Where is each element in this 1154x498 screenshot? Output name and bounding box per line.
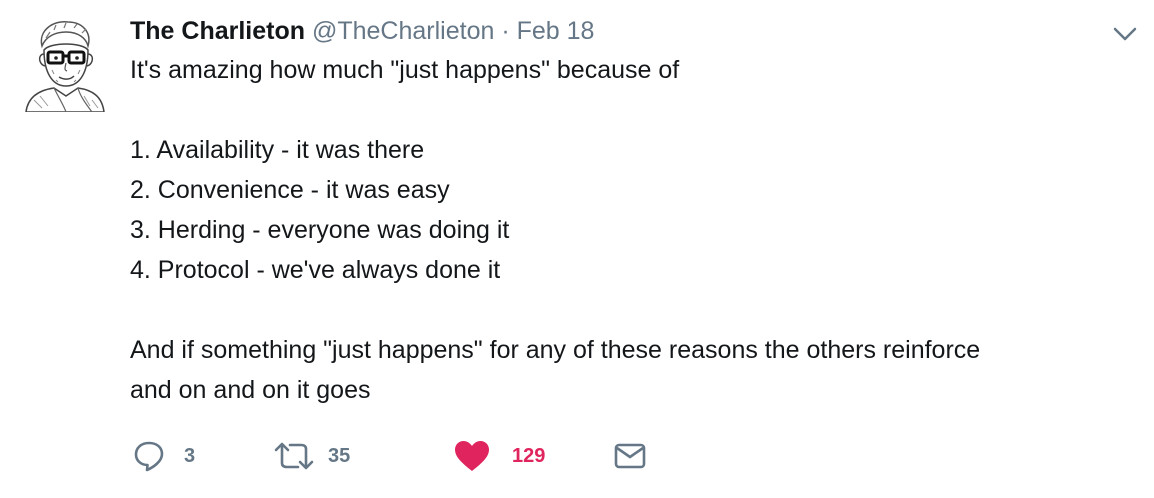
- tweet: The Charlieton @TheCharlieton · Feb 18 I…: [0, 0, 1154, 498]
- author-name[interactable]: The Charlieton: [130, 17, 305, 45]
- tweet-header: The Charlieton @TheCharlieton · Feb 18: [130, 12, 1120, 50]
- like-button[interactable]: 129: [454, 436, 545, 476]
- avatar-illustration: [25, 21, 105, 113]
- tweet-timestamp[interactable]: Feb 18: [517, 17, 595, 45]
- tweet-text-line: [130, 90, 1120, 130]
- tweet-text: It's amazing how much "just happens" bec…: [130, 50, 1120, 410]
- tweet-text-line: And if something "just happens" for any …: [130, 336, 981, 364]
- chevron-down-icon: [1113, 27, 1137, 41]
- tweet-text-line: and on and on it goes: [130, 376, 371, 404]
- retweet-count: 35: [328, 444, 351, 467]
- tweet-text-line: [130, 290, 1120, 330]
- reply-icon: [134, 441, 164, 472]
- tweet-text-line: 1. Availability - it was there: [130, 136, 425, 164]
- more-options-button[interactable]: [1110, 20, 1140, 48]
- tweet-text-line: It's amazing how much "just happens" bec…: [130, 56, 680, 84]
- tweet-text-line: 3. Herding - everyone was doing it: [130, 216, 510, 244]
- reply-button[interactable]: 3: [132, 436, 195, 476]
- retweet-button[interactable]: 35: [272, 436, 350, 476]
- tweet-content: The Charlieton @TheCharlieton · Feb 18 I…: [130, 12, 1120, 410]
- tweet-text-line: 2. Convenience - it was easy: [130, 176, 450, 204]
- envelope-icon: [614, 443, 646, 469]
- tweet-text-line: 4. Protocol - we've always done it: [130, 256, 501, 284]
- like-count: 129: [512, 444, 546, 467]
- separator-dot: ·: [501, 17, 510, 45]
- heart-icon: [455, 441, 489, 471]
- author-handle[interactable]: @TheCharlieton: [312, 17, 494, 45]
- direct-message-button[interactable]: [614, 436, 646, 476]
- avatar[interactable]: [20, 16, 108, 113]
- retweet-icon: [274, 442, 314, 470]
- reply-count: 3: [184, 444, 196, 467]
